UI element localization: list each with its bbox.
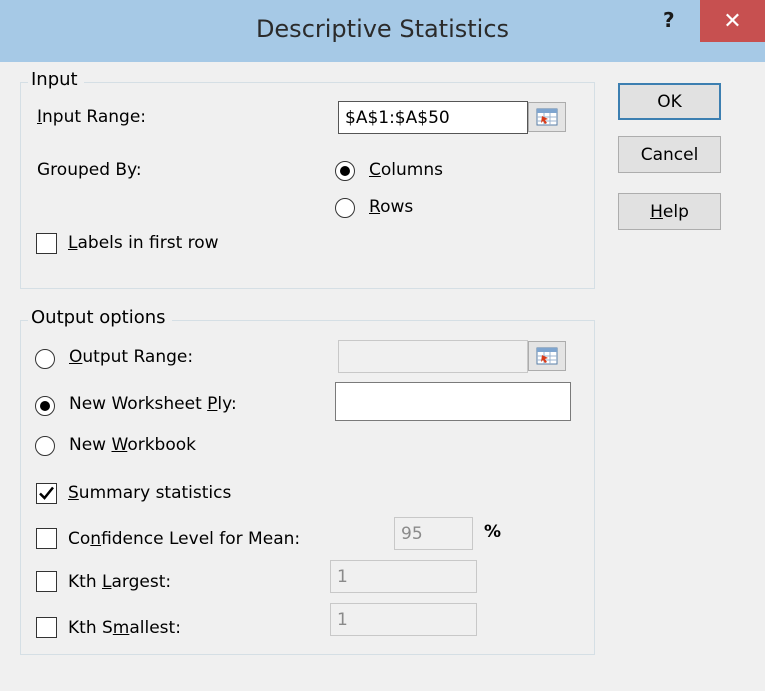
confidence-level-field[interactable]: 95	[394, 517, 473, 550]
input-range-label: Input Range:	[37, 107, 147, 127]
input-group-label: Input	[28, 70, 84, 90]
output-options-label: Output options	[28, 308, 172, 328]
summary-statistics-label[interactable]: Summary statistics	[68, 482, 231, 504]
dialog-title: Descriptive Statistics	[255, 15, 510, 43]
range-select-icon	[536, 108, 558, 126]
new-workbook-radio[interactable]	[35, 436, 55, 456]
output-range-label[interactable]: Output Range:	[69, 346, 193, 368]
help-question-icon[interactable]: ?	[663, 8, 675, 32]
input-range-collapse-button[interactable]	[528, 102, 566, 132]
labels-first-row-label[interactable]: Labels in first row	[68, 232, 219, 254]
confidence-level-checkbox[interactable]	[36, 528, 57, 549]
percent-label: %	[484, 522, 502, 542]
help-button[interactable]: Help	[618, 193, 721, 230]
kth-smallest-label[interactable]: Kth Smallest:	[68, 617, 181, 639]
close-icon: ✕	[723, 8, 742, 34]
grouped-by-label: Grouped By:	[37, 160, 142, 180]
input-range-field[interactable]: $A$1:$A$50	[338, 101, 528, 134]
new-worksheet-label[interactable]: New Worksheet Ply:	[69, 393, 237, 415]
columns-radio-label[interactable]: Columns	[369, 159, 443, 181]
range-select-icon	[536, 347, 558, 365]
new-workbook-label[interactable]: New Workbook	[69, 434, 196, 456]
close-button[interactable]: ✕	[700, 0, 765, 42]
output-range-field[interactable]	[338, 340, 528, 373]
kth-largest-checkbox[interactable]	[36, 571, 57, 592]
new-worksheet-radio-dot	[40, 401, 50, 411]
ok-button[interactable]: OK	[618, 83, 721, 120]
output-range-radio[interactable]	[35, 349, 55, 369]
kth-largest-label[interactable]: Kth Largest:	[68, 571, 171, 593]
kth-largest-field[interactable]: 1	[330, 560, 477, 593]
confidence-level-label[interactable]: Confidence Level for Mean:	[68, 528, 300, 550]
cancel-button[interactable]: Cancel	[618, 136, 721, 173]
checkmark-icon	[39, 486, 54, 500]
rows-radio[interactable]	[335, 198, 355, 218]
output-range-collapse-button[interactable]	[528, 341, 566, 371]
kth-smallest-field[interactable]: 1	[330, 603, 477, 636]
summary-statistics-checkbox[interactable]	[36, 483, 57, 504]
columns-radio-dot	[340, 166, 350, 176]
columns-radio[interactable]	[335, 161, 355, 181]
rows-radio-label[interactable]: Rows	[369, 196, 413, 218]
labels-first-row-checkbox[interactable]	[36, 233, 57, 254]
new-worksheet-field[interactable]	[335, 382, 571, 421]
kth-smallest-checkbox[interactable]	[36, 617, 57, 638]
new-worksheet-radio[interactable]	[35, 396, 55, 416]
